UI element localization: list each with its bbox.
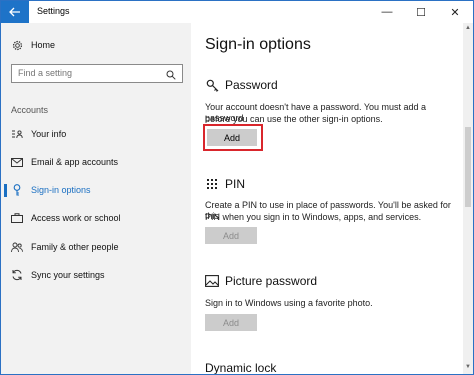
- settings-window: Settings — ☐ ✕ Home Accounts: [0, 0, 474, 375]
- pin-heading: PIN: [205, 177, 245, 191]
- maximize-button[interactable]: ☐: [404, 1, 438, 23]
- close-icon: ✕: [450, 6, 460, 19]
- sidebar-item-label: Sign-in options: [31, 185, 91, 195]
- title-bar: Settings — ☐ ✕: [1, 1, 473, 23]
- minimize-button[interactable]: —: [370, 1, 404, 23]
- sync-icon: [11, 269, 23, 281]
- password-add-button[interactable]: Add: [207, 129, 257, 146]
- person-card-icon: [11, 128, 23, 140]
- sidebar-item-email[interactable]: Email & app accounts: [1, 152, 191, 172]
- main-content: Sign-in options Password Your account do…: [191, 23, 463, 374]
- section-label-accounts: Accounts: [11, 105, 49, 115]
- keypad-icon: [205, 177, 219, 191]
- scroll-thumb[interactable]: [465, 127, 471, 207]
- maximize-icon: ☐: [416, 6, 426, 19]
- password-heading: Password: [205, 78, 278, 92]
- dynamic-lock-heading: Dynamic lock: [205, 361, 277, 375]
- window-title: Settings: [37, 6, 70, 16]
- scroll-down-arrow-icon[interactable]: ▼: [465, 364, 471, 370]
- password-heading-text: Password: [225, 78, 278, 92]
- search-input[interactable]: [18, 67, 158, 79]
- sidebar-item-label: Access work or school: [31, 213, 121, 223]
- close-button[interactable]: ✕: [438, 1, 472, 23]
- picture-password-heading: Picture password: [205, 274, 317, 288]
- sidebar-item-label: Email & app accounts: [31, 157, 119, 167]
- gear-icon: [11, 39, 23, 51]
- picture-password-heading-text: Picture password: [225, 274, 318, 288]
- back-button[interactable]: [1, 1, 29, 23]
- sidebar-item-sync[interactable]: Sync your settings: [1, 265, 191, 285]
- sidebar-item-home[interactable]: Home: [1, 35, 191, 55]
- scroll-up-arrow-icon[interactable]: ▲: [465, 25, 471, 31]
- search-box[interactable]: [11, 64, 183, 83]
- sidebar-item-sign-in-options[interactable]: Sign-in options: [1, 180, 191, 200]
- key-icon: [205, 78, 219, 92]
- vertical-scrollbar[interactable]: ▲ ▼: [463, 23, 473, 374]
- dynamic-lock-heading-text: Dynamic lock: [205, 361, 277, 375]
- sidebar-item-label: Family & other people: [31, 242, 119, 252]
- minimize-icon: —: [381, 6, 393, 18]
- sidebar-item-family[interactable]: Family & other people: [1, 237, 191, 257]
- active-indicator: [4, 184, 7, 197]
- sidebar: Home Accounts Your info Email & app acco…: [1, 23, 191, 374]
- pin-description-line2: PIN when you sign in to Windows, apps, a…: [205, 212, 422, 222]
- sidebar-item-access-work[interactable]: Access work or school: [1, 208, 191, 228]
- pin-heading-text: PIN: [225, 177, 246, 191]
- people-icon: [11, 241, 23, 253]
- sidebar-item-your-info[interactable]: Your info: [1, 124, 191, 144]
- picture-password-add-button[interactable]: Add: [205, 314, 257, 331]
- mail-icon: [11, 156, 23, 168]
- page-title: Sign-in options: [205, 36, 311, 53]
- sidebar-item-label: Sync your settings: [31, 270, 105, 280]
- picture-password-description: Sign in to Windows using a favorite phot…: [205, 298, 373, 308]
- picture-icon: [205, 274, 219, 288]
- back-arrow-icon: [9, 7, 20, 17]
- pin-add-button[interactable]: Add: [205, 227, 257, 244]
- sidebar-item-label: Your info: [31, 129, 67, 139]
- sidebar-item-label: Home: [31, 40, 56, 50]
- search-icon[interactable]: [166, 67, 178, 80]
- key-icon: [11, 184, 23, 196]
- briefcase-icon: [11, 212, 23, 224]
